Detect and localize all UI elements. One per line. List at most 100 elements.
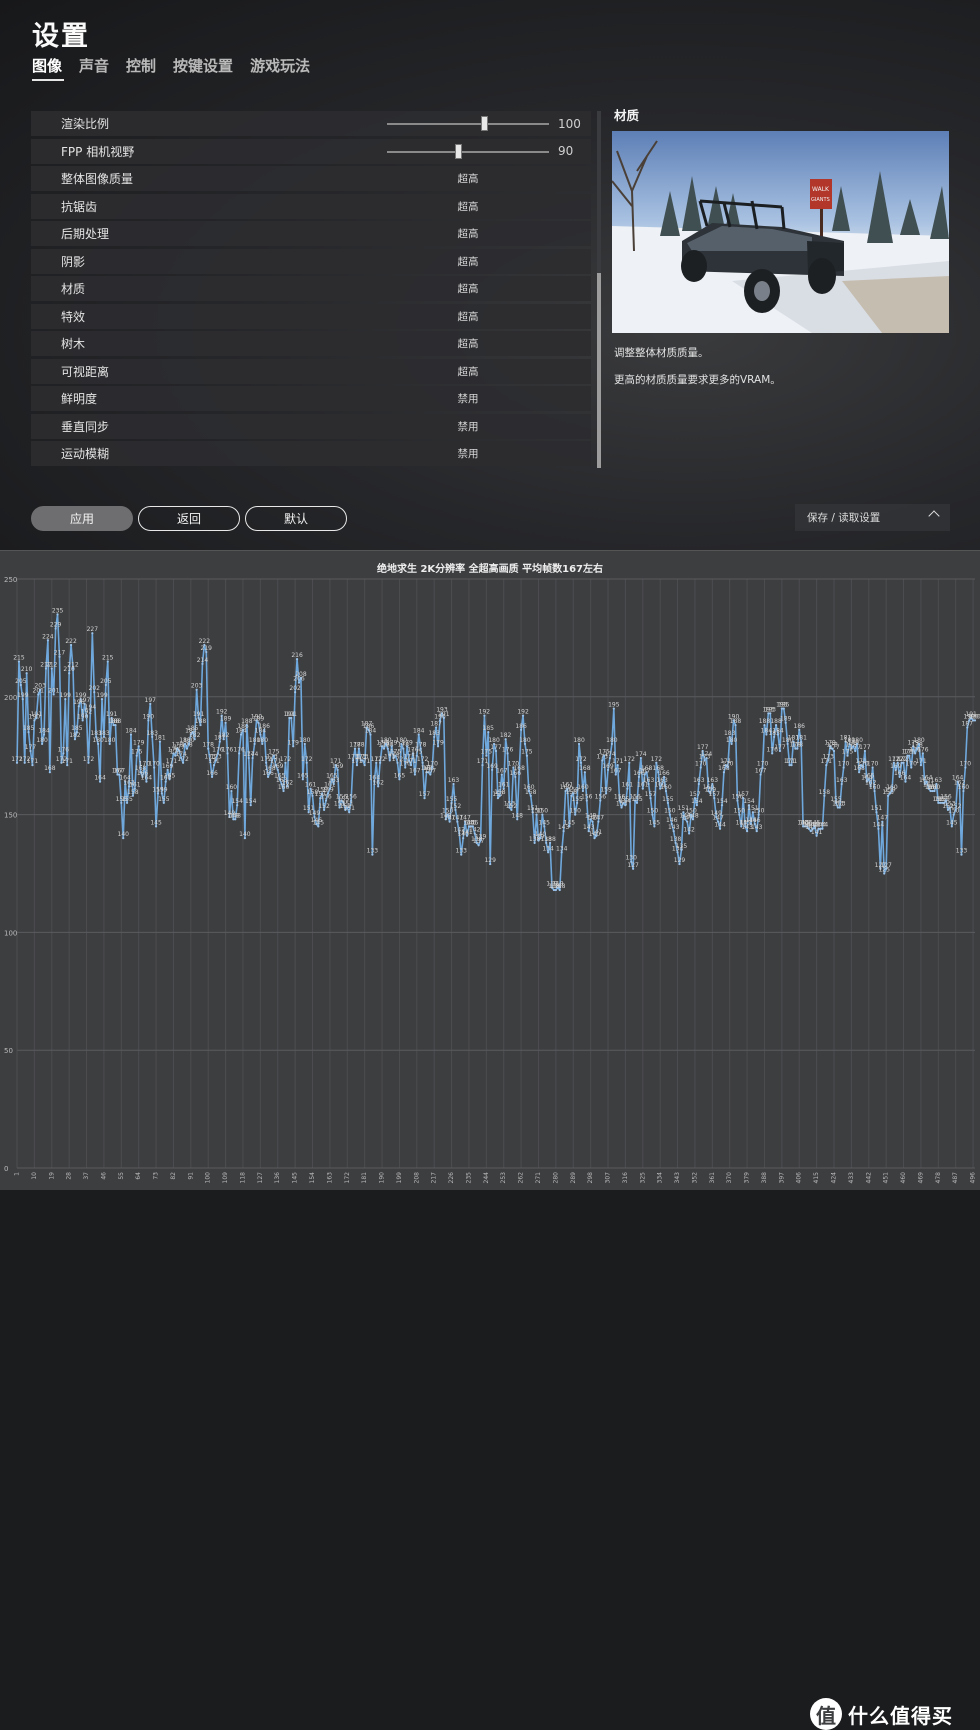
- data-label: 160: [929, 784, 941, 791]
- data-label: 188: [759, 718, 771, 725]
- setting-label: 阴影: [61, 254, 86, 269]
- setting-value[interactable]: 超高: [458, 199, 479, 214]
- data-label: 188: [110, 718, 122, 725]
- data-label: 156: [320, 793, 332, 800]
- data-label: 174: [247, 751, 259, 758]
- setting-value[interactable]: 超高: [458, 364, 479, 379]
- data-label: 179: [287, 739, 299, 746]
- detail-vram-note: 更高的材质质量要求更多的VRAM。: [614, 374, 781, 386]
- data-label: 188: [730, 718, 742, 725]
- slider-handle[interactable]: [455, 143, 463, 159]
- apply-button[interactable]: 应用: [31, 506, 133, 531]
- data-label: 145: [467, 819, 479, 826]
- data-label: 160: [577, 784, 589, 791]
- x-tick-label: 109: [222, 1172, 229, 1184]
- setting-row-sharpen[interactable]: 鲜明度 禁用: [31, 386, 591, 411]
- data-label: 199: [17, 692, 29, 699]
- setting-value[interactable]: 禁用: [458, 391, 479, 406]
- x-tick-label: 136: [274, 1172, 281, 1184]
- setting-row-foliage[interactable]: 树木 超高: [31, 331, 591, 356]
- data-label: 187: [430, 720, 442, 727]
- data-label: 130: [625, 855, 637, 862]
- setting-row-fpp-fov[interactable]: FPP 相机视野 90: [31, 138, 591, 164]
- data-label: 183: [428, 730, 440, 737]
- setting-label: 抗锯齿: [61, 199, 98, 214]
- setting-value[interactable]: 超高: [458, 336, 479, 351]
- data-label: 160: [886, 784, 898, 791]
- x-tick-label: 163: [326, 1172, 333, 1184]
- tab-gameplay[interactable]: 游戏玩法: [250, 55, 310, 76]
- data-label: 217: [54, 650, 66, 657]
- data-label: 148: [230, 812, 242, 819]
- tab-key-bindings[interactable]: 按键设置: [173, 55, 233, 76]
- setting-row-effects[interactable]: 特效 超高: [31, 303, 591, 329]
- data-label: 195: [608, 702, 620, 709]
- x-tick-label: 442: [865, 1172, 872, 1184]
- back-button[interactable]: 返回: [138, 506, 240, 531]
- x-tick-label: 154: [309, 1172, 316, 1184]
- data-label: 177: [828, 744, 840, 751]
- setting-row-view-distance[interactable]: 可视距离 超高: [31, 358, 591, 384]
- data-label: 229: [50, 621, 62, 628]
- scrollbar[interactable]: [597, 111, 601, 468]
- data-label: 169: [272, 763, 284, 770]
- fpp-fov-slider[interactable]: [387, 143, 549, 159]
- data-label: 165: [164, 772, 176, 779]
- tab-bar: 图像 声音 控制 按键设置 游戏玩法: [32, 55, 310, 76]
- setting-value[interactable]: 超高: [458, 254, 479, 269]
- data-label: 147: [593, 815, 605, 822]
- setting-row-textures[interactable]: 材质 超高: [31, 276, 591, 301]
- data-label: 138: [544, 836, 556, 843]
- setting-row-overall-quality[interactable]: 整体图像质量 超高: [31, 166, 591, 191]
- tab-audio[interactable]: 声音: [79, 55, 109, 76]
- setting-row-motion-blur[interactable]: 运动模糊 禁用: [31, 441, 591, 466]
- data-label: 167: [610, 768, 622, 775]
- data-label: 171: [915, 758, 927, 765]
- setting-value[interactable]: 禁用: [458, 446, 479, 461]
- data-label: 150: [664, 808, 676, 815]
- setting-value[interactable]: 超高: [458, 171, 479, 186]
- render-scale-slider[interactable]: [387, 116, 549, 131]
- dropdown-label: 保存 / 读取设置: [807, 512, 881, 524]
- default-button[interactable]: 默认: [245, 506, 347, 531]
- scrollbar-thumb[interactable]: [597, 273, 601, 468]
- snow-jeep-illustration: WALK GIANTS: [612, 140, 949, 333]
- data-label: 172: [177, 756, 189, 763]
- data-label: 163: [693, 777, 705, 784]
- slider-handle[interactable]: [481, 116, 489, 131]
- data-label: 189: [220, 716, 232, 723]
- setting-row-vsync[interactable]: 垂直同步 禁用: [31, 413, 591, 439]
- setting-value[interactable]: 超高: [458, 309, 479, 324]
- data-label: 194: [85, 704, 97, 711]
- data-label: 181: [795, 735, 807, 742]
- setting-label: 整体图像质量: [61, 172, 134, 186]
- x-tick-label: 451: [883, 1172, 890, 1184]
- setting-value[interactable]: 超高: [458, 281, 479, 296]
- save-load-settings-dropdown[interactable]: 保存 / 读取设置: [795, 504, 950, 531]
- setting-row-anti-aliasing[interactable]: 抗锯齿 超高: [31, 193, 591, 219]
- tab-graphics[interactable]: 图像: [32, 55, 62, 76]
- x-tick-label: 172: [344, 1172, 351, 1184]
- data-label: 161: [498, 782, 510, 789]
- data-label: 179: [432, 739, 444, 746]
- data-label: 185: [23, 725, 35, 732]
- setting-row-render-scale[interactable]: 渲染比例 100: [31, 111, 591, 136]
- y-tick-label: 250: [4, 576, 17, 584]
- setting-row-shadows[interactable]: 阴影 超高: [31, 248, 591, 274]
- data-label: 133: [367, 848, 379, 855]
- setting-value[interactable]: 超高: [458, 226, 479, 241]
- x-tick-label: 244: [483, 1172, 490, 1184]
- data-label: 170: [722, 760, 734, 767]
- data-label: 184: [772, 727, 784, 734]
- data-label: 193: [765, 706, 777, 713]
- data-label: 144: [873, 822, 885, 829]
- data-label: 195: [778, 702, 790, 709]
- data-label: 160: [226, 784, 238, 791]
- data-label: 176: [917, 746, 929, 753]
- data-label: 173: [822, 753, 834, 760]
- x-tick-label: 100: [205, 1172, 212, 1184]
- data-label: 180: [913, 737, 925, 744]
- setting-value[interactable]: 禁用: [458, 419, 479, 434]
- setting-row-post-processing[interactable]: 后期处理 超高: [31, 221, 591, 246]
- tab-controls[interactable]: 控制: [126, 55, 156, 76]
